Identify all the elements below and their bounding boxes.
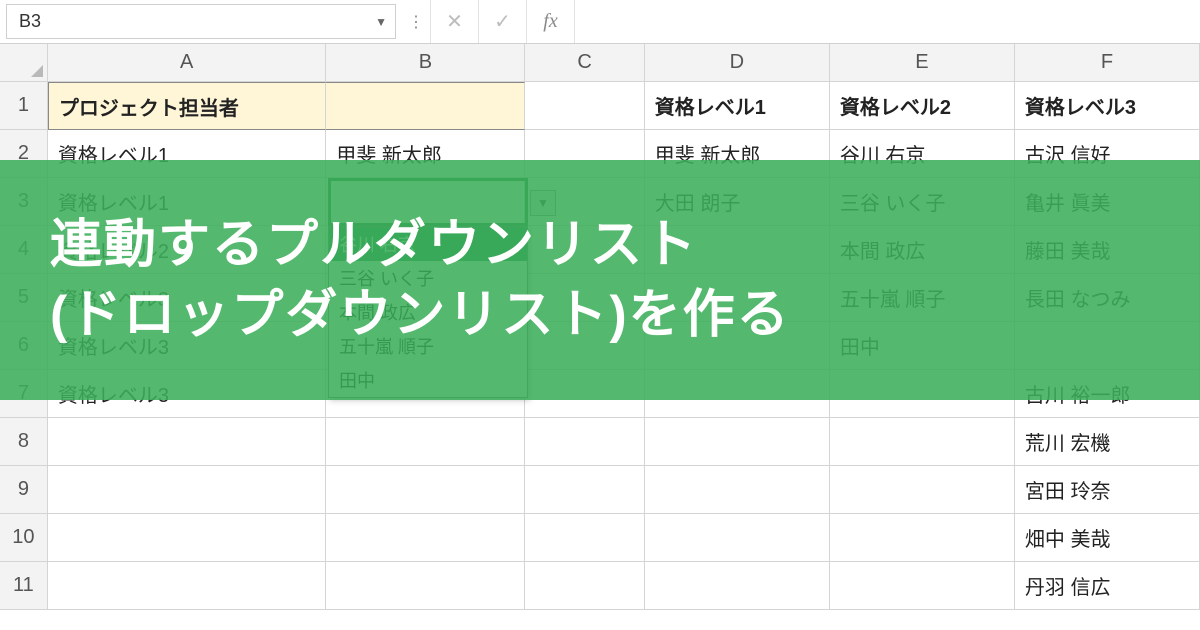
cell-C1[interactable] bbox=[525, 82, 644, 130]
row-header-8[interactable]: 8 bbox=[0, 418, 48, 466]
name-box[interactable]: B3 ▼ bbox=[6, 4, 396, 39]
col-header-F[interactable]: F bbox=[1015, 44, 1200, 82]
cell-B10[interactable] bbox=[326, 514, 525, 562]
cell-F1[interactable]: 資格レベル3 bbox=[1015, 82, 1200, 130]
cell-F10[interactable]: 畑中 美哉 bbox=[1015, 514, 1200, 562]
fx-icon[interactable]: fx bbox=[526, 0, 574, 43]
select-all-corner[interactable] bbox=[0, 44, 48, 82]
cancel-icon[interactable]: ✕ bbox=[430, 0, 478, 43]
col-header-B[interactable]: B bbox=[326, 44, 525, 82]
overlay-line2: (ドロップダウンリスト)を作る bbox=[50, 280, 791, 350]
formula-input[interactable] bbox=[574, 0, 1200, 43]
row-1: 1 プロジェクト担当者 資格レベル1 資格レベル2 資格レベル3 bbox=[0, 82, 1200, 130]
cell-A11[interactable] bbox=[48, 562, 327, 610]
cell-C10[interactable] bbox=[525, 514, 644, 562]
name-box-ref: B3 bbox=[19, 11, 41, 32]
confirm-icon[interactable]: ✓ bbox=[478, 0, 526, 43]
cell-D1[interactable]: 資格レベル1 bbox=[645, 82, 830, 130]
formula-menu-icon[interactable]: ⋮ bbox=[402, 0, 430, 43]
cell-B1[interactable] bbox=[326, 82, 525, 130]
row-10: 10 畑中 美哉 bbox=[0, 514, 1200, 562]
cell-C9[interactable] bbox=[525, 466, 644, 514]
cell-D9[interactable] bbox=[645, 466, 830, 514]
cell-F11[interactable]: 丹羽 信広 bbox=[1015, 562, 1200, 610]
row-header-11[interactable]: 11 bbox=[0, 562, 48, 610]
cell-D8[interactable] bbox=[645, 418, 830, 466]
cell-B11[interactable] bbox=[326, 562, 525, 610]
cell-D10[interactable] bbox=[645, 514, 830, 562]
row-8: 8 荒川 宏機 bbox=[0, 418, 1200, 466]
row-11: 11 丹羽 信広 bbox=[0, 562, 1200, 610]
cell-E8[interactable] bbox=[830, 418, 1015, 466]
col-header-C[interactable]: C bbox=[525, 44, 644, 82]
overlay-line1: 連動するプルダウンリスト bbox=[50, 210, 698, 280]
col-header-E[interactable]: E bbox=[830, 44, 1015, 82]
cell-E9[interactable] bbox=[830, 466, 1015, 514]
name-box-dropdown-icon[interactable]: ▼ bbox=[375, 15, 387, 29]
cell-A10[interactable] bbox=[48, 514, 327, 562]
cell-A9[interactable] bbox=[48, 466, 327, 514]
row-header-1[interactable]: 1 bbox=[0, 82, 48, 130]
cell-E10[interactable] bbox=[830, 514, 1015, 562]
row-9: 9 宮田 玲奈 bbox=[0, 466, 1200, 514]
row-header-9[interactable]: 9 bbox=[0, 466, 48, 514]
col-header-D[interactable]: D bbox=[645, 44, 830, 82]
cell-D11[interactable] bbox=[645, 562, 830, 610]
cell-A8[interactable] bbox=[48, 418, 327, 466]
cell-E11[interactable] bbox=[830, 562, 1015, 610]
column-header-row: A B C D E F bbox=[0, 44, 1200, 82]
cell-C8[interactable] bbox=[525, 418, 644, 466]
row-header-10[interactable]: 10 bbox=[0, 514, 48, 562]
cell-A1[interactable]: プロジェクト担当者 bbox=[48, 82, 327, 130]
formula-bar: B3 ▼ ⋮ ✕ ✓ fx bbox=[0, 0, 1200, 44]
cell-E1[interactable]: 資格レベル2 bbox=[830, 82, 1015, 130]
cell-B8[interactable] bbox=[326, 418, 525, 466]
col-header-A[interactable]: A bbox=[48, 44, 327, 82]
cell-F8[interactable]: 荒川 宏機 bbox=[1015, 418, 1200, 466]
title-overlay: 連動するプルダウンリスト (ドロップダウンリスト)を作る bbox=[0, 160, 1200, 400]
cell-F9[interactable]: 宮田 玲奈 bbox=[1015, 466, 1200, 514]
cell-C11[interactable] bbox=[525, 562, 644, 610]
cell-B9[interactable] bbox=[326, 466, 525, 514]
